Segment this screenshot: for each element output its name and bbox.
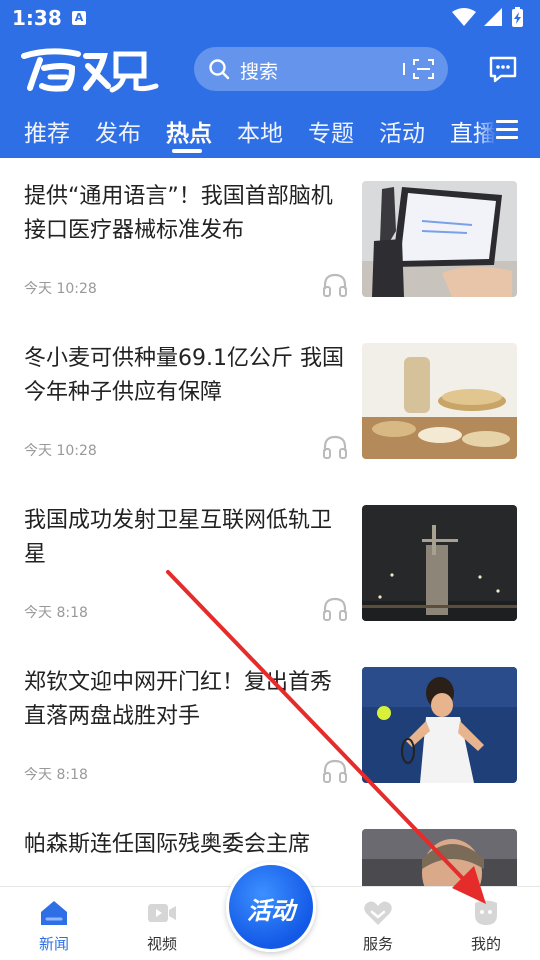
tab-hot[interactable]: 热点 bbox=[166, 114, 212, 148]
nav-news-label: 新闻 bbox=[38, 935, 69, 953]
scan-icon[interactable] bbox=[402, 57, 438, 81]
tab-topics[interactable]: 专题 bbox=[308, 114, 354, 148]
headphones-icon[interactable] bbox=[322, 758, 348, 784]
headphones-icon[interactable] bbox=[322, 434, 348, 460]
news-feed: 提供“通用语言”！我国首部脑机接口医疗器械标准发布 今天 10:28 冬小麦可供… bbox=[0, 158, 540, 886]
video-icon bbox=[148, 904, 176, 922]
app-header: 1:38 A 百观 搜索 bbox=[0, 0, 540, 158]
tab-events[interactable]: 活动 bbox=[379, 114, 425, 148]
nav-video-label: 视频 bbox=[146, 935, 177, 953]
news-title[interactable]: 我国成功发射卫星互联网低轨卫星 bbox=[24, 504, 350, 572]
news-thumbnail[interactable] bbox=[362, 667, 517, 783]
news-thumbnail[interactable] bbox=[362, 829, 517, 886]
heart-icon bbox=[364, 901, 392, 925]
tab-local[interactable]: 本地 bbox=[237, 114, 283, 148]
nav-news[interactable]: 新闻 bbox=[14, 887, 94, 960]
tab-recommend[interactable]: 推荐 bbox=[24, 114, 70, 148]
news-time: 今天 8:18 bbox=[24, 767, 88, 783]
category-tabs: 推荐 发布 热点 本地 专题 活动 直播 bbox=[0, 108, 540, 158]
news-thumbnail[interactable] bbox=[362, 181, 517, 297]
nav-video[interactable]: 视频 bbox=[122, 887, 202, 960]
nav-services[interactable]: 服务 bbox=[338, 887, 418, 960]
news-title[interactable]: 冬小麦可供种量69.1亿公斤 我国今年种子供应有保障 bbox=[24, 342, 350, 410]
tab-publish[interactable]: 发布 bbox=[95, 114, 141, 148]
news-thumbnail[interactable] bbox=[362, 343, 517, 459]
news-time: 今天 10:28 bbox=[24, 281, 97, 297]
message-icon[interactable] bbox=[488, 54, 518, 84]
news-title[interactable]: 郑钦文迎中网开门红！复出首秀直落两盘战胜对手 bbox=[24, 666, 350, 734]
app-logo: 百观 bbox=[21, 48, 159, 93]
status-icons bbox=[452, 7, 523, 27]
news-time: 今天 10:28 bbox=[24, 443, 97, 459]
news-item[interactable]: 提供“通用语言”！我国首部脑机接口医疗器械标准发布 今天 10:28 bbox=[0, 158, 540, 320]
nav-profile[interactable]: 我的 bbox=[446, 887, 526, 960]
search-input[interactable]: 搜索 bbox=[194, 47, 448, 91]
search-icon bbox=[209, 59, 230, 80]
home-icon bbox=[41, 901, 67, 925]
events-center-label: 活动 bbox=[247, 897, 295, 925]
news-item[interactable]: 我国成功发射卫星互联网低轨卫星 今天 8:18 bbox=[0, 482, 540, 644]
headphones-icon[interactable] bbox=[322, 272, 348, 298]
status-bar: 1:38 A bbox=[0, 0, 540, 36]
news-item[interactable]: 冬小麦可供种量69.1亿公斤 我国今年种子供应有保障 今天 10:28 bbox=[0, 320, 540, 482]
profile-icon bbox=[475, 900, 497, 925]
news-thumbnail[interactable] bbox=[362, 505, 517, 621]
status-time: 1:38 bbox=[12, 6, 62, 30]
active-tab-indicator bbox=[172, 149, 202, 153]
news-time: 今天 8:18 bbox=[24, 605, 88, 621]
nav-profile-label: 我的 bbox=[470, 935, 501, 953]
nav-services-label: 服务 bbox=[362, 935, 393, 953]
signal-icon bbox=[484, 8, 502, 26]
news-title[interactable]: 提供“通用语言”！我国首部脑机接口医疗器械标准发布 bbox=[24, 180, 350, 248]
wifi-icon bbox=[452, 8, 476, 26]
notification-app-icon: A bbox=[72, 11, 86, 25]
headphones-icon[interactable] bbox=[322, 596, 348, 622]
tab-fade bbox=[476, 108, 496, 158]
news-title[interactable]: 帕森斯连任国际残奥委会主席 bbox=[24, 828, 350, 862]
news-item[interactable]: 郑钦文迎中网开门红！复出首秀直落两盘战胜对手 今天 8:18 bbox=[0, 644, 540, 806]
menu-icon[interactable] bbox=[496, 120, 518, 140]
events-center-button[interactable]: 活动 bbox=[226, 862, 316, 952]
search-placeholder: 搜索 bbox=[240, 61, 279, 83]
